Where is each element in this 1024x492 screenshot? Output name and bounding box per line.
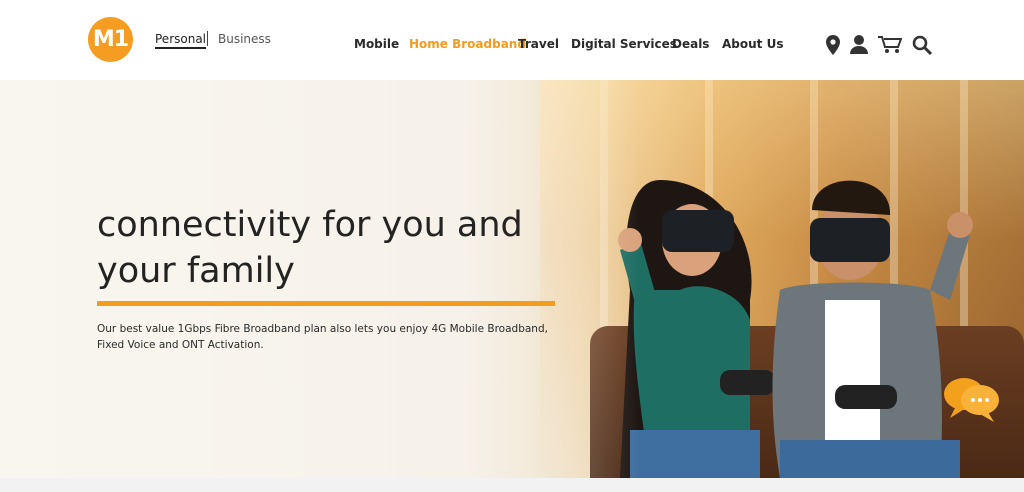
logo-text: M1 <box>92 27 129 52</box>
hero-banner: connectivity for you and your family Our… <box>0 80 1024 478</box>
hero-people-illustration <box>618 180 973 478</box>
segment-personal[interactable]: Personal <box>155 32 207 49</box>
chat-bubbles-icon[interactable] <box>942 376 1002 424</box>
hero-description: Our best value 1Gbps Fibre Broadband pla… <box>97 323 548 351</box>
page-bottom-strip <box>0 478 1024 492</box>
nav-digital-services[interactable]: Digital Services <box>571 37 677 51</box>
search-icon[interactable] <box>912 35 933 56</box>
nav-about-us[interactable]: About Us <box>722 37 783 51</box>
hero-accent-rule <box>97 301 555 306</box>
user-icon[interactable] <box>850 35 868 54</box>
segment-divider <box>207 31 208 46</box>
nav-mobile[interactable]: Mobile <box>354 37 399 51</box>
location-pin-icon[interactable] <box>826 35 840 55</box>
m1-logo[interactable]: M1 <box>88 17 133 62</box>
nav-travel[interactable]: Travel <box>518 37 559 51</box>
site-header: M1 Personal Business Mobile Home Broadba… <box>0 0 1024 81</box>
nav-deals[interactable]: Deals <box>672 37 709 51</box>
hero-title: connectivity for you and your family <box>97 205 523 291</box>
segment-business[interactable]: Business <box>218 32 271 46</box>
nav-home-broadband[interactable]: Home Broadband <box>409 37 526 51</box>
cart-icon[interactable] <box>878 36 903 54</box>
